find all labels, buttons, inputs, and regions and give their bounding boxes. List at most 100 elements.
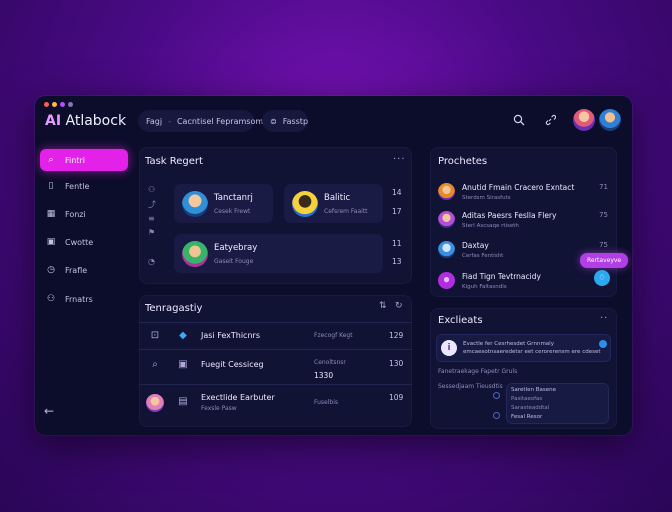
message-text: Evactle fer Cesrhesdet Grnnmaly emcaesot… [463, 341, 601, 355]
card-avatar [182, 191, 208, 217]
card-subtitle: Gaseit Fouge [214, 258, 254, 265]
bookmark-icon: ⊡ [150, 330, 160, 341]
sidebar-item-label: Fintri [65, 155, 85, 165]
item-subtitle: Sterl Ascsaqe rtiseth [462, 223, 519, 229]
profile-avatar[interactable] [599, 109, 621, 131]
status-dot-icon [493, 412, 500, 419]
task-card[interactable]: Eatyebray Gaseit Fouge [174, 234, 383, 273]
top-bar: AI Atlabock Fagj - Cacntisel Fepramsom ⊜… [35, 96, 632, 144]
item-avatar [438, 272, 455, 289]
activity-line: Sessedjaam Tieusdtis [438, 383, 503, 390]
task-panel: Task Regert ··· ⚇ ⤴ ≡ ⚑ ◔ Tanctanrj Cese… [139, 147, 412, 284]
task-panel-title: Task Regert [145, 156, 203, 167]
row-value: 130 [389, 359, 404, 368]
item-subtitle: Sterdsm Sirasfuts [462, 195, 511, 201]
sidebar-item-label: Fonzi [65, 209, 86, 219]
clock-icon: ◷ [47, 265, 55, 275]
sidebar-item-label: Fentle [65, 181, 90, 191]
brand-ai: AI [45, 113, 62, 129]
item-avatar [438, 183, 455, 200]
sidebar-item-3[interactable]: ▣ Cwotte [40, 231, 128, 253]
card-title: Balitic [324, 193, 351, 203]
list-icon: ≡ [148, 214, 155, 223]
share-icon[interactable]: ⇅ [379, 301, 388, 311]
item-title: Daxtay [462, 241, 489, 250]
item-count: 75 [599, 241, 608, 249]
link-icon[interactable] [543, 114, 557, 128]
detail-line: Fesal Resor [511, 414, 543, 420]
app-window: AI Atlabock Fagj - Cacntisel Fepramsom ⊜… [35, 96, 632, 435]
card-subtitle: Cesek Frewt [214, 208, 251, 215]
document-icon: ▯ [48, 181, 54, 191]
back-arrow-icon[interactable]: ← [44, 404, 54, 418]
detail-card[interactable]: Saretlen Basene Pasitaeofas Sarasteaddta… [506, 383, 609, 424]
row-value: 109 [389, 393, 404, 402]
breadcrumb[interactable]: Fagj - Cacntisel Fepramsom [138, 110, 263, 132]
app-brand[interactable]: AI Atlabock [45, 113, 126, 129]
breadcrumb-item: Fagj [146, 116, 163, 126]
breadcrumb-item: Cacntisel Fepramsom [176, 116, 264, 126]
row-subtitle: Fzecogf Kegt [314, 332, 353, 339]
sidebar-item-0[interactable]: ⌕ Fintri [40, 149, 128, 171]
brand-name: Atlabock [65, 113, 127, 129]
breadcrumb-separator: - [168, 116, 171, 126]
list-item[interactable]: Anutid Fmain Cracero Exntact Sterdsm Sir… [438, 181, 608, 207]
search-icon[interactable] [512, 114, 526, 128]
card-title: Eatyebray [214, 243, 258, 253]
top-tab-label: Fasstp [282, 116, 309, 126]
item-title: Anutid Fmain Cracero Exntact [462, 183, 575, 192]
flag-icon: ⚑ [148, 228, 156, 237]
activity-panel: Exclieats ·· i Evactle fer Cesrhesdet Gr… [430, 308, 617, 429]
sidebar-item-2[interactable]: ▦ Fonzi [40, 203, 128, 225]
list-item[interactable]: Aditas Paesrs Feslla Flery Sterl Ascsaqe… [438, 209, 608, 235]
more-icon[interactable]: ··· [393, 154, 406, 165]
item-count: 71 [599, 183, 608, 191]
search-icon: ⌕ [152, 359, 158, 370]
row-value: 129 [389, 331, 404, 340]
row-subtitle: Fuselbis [314, 399, 339, 406]
task-count: 17 [392, 207, 402, 216]
user-avatar[interactable] [573, 109, 595, 131]
search-icon: ⌕ [48, 155, 54, 165]
message-card[interactable]: i Evactle fer Cesrhesdet Grnnmaly emcaes… [436, 334, 611, 362]
row-subtitle: Fexsle Pasw [201, 405, 237, 412]
refresh-icon[interactable]: ↻ [395, 301, 404, 311]
image-icon: ▣ [178, 359, 188, 370]
sidebar-item-4[interactable]: ◷ Frafle [40, 259, 128, 281]
sidebar-item-1[interactable]: ▯ Fentle [40, 175, 128, 197]
item-avatar [438, 211, 455, 228]
image-icon: ▣ [46, 237, 56, 247]
divider [139, 349, 412, 350]
products-panel-title: Prochetes [438, 156, 488, 167]
task-card[interactable]: Balitic Cefsrem Faaitt [284, 184, 383, 223]
task-card[interactable]: Tanctanrj Cesek Frewt [174, 184, 273, 223]
info-icon: i [441, 340, 457, 356]
card-subtitle: Cefsrem Faaitt [324, 208, 368, 215]
top-tab[interactable]: ⊜ Fasstp [262, 110, 308, 132]
people-icon: ⚇ [46, 294, 56, 304]
notification-badge[interactable]: ♢ [594, 270, 610, 286]
card-avatar [292, 191, 318, 217]
more-icon[interactable]: ·· [600, 313, 608, 324]
list-item[interactable]: Fiad Tign Tevtrnacidy Kiguh Faltasndls [438, 270, 608, 296]
item-subtitle: Kiguh Faltasndls [462, 284, 507, 290]
divider [139, 384, 412, 385]
sidebar-item-5[interactable]: ⚇ Frnatrs [40, 288, 128, 310]
user-icon: ⚇ [148, 185, 156, 194]
share-icon: ⤴ [148, 200, 156, 209]
item-count: 75 [599, 211, 608, 219]
card-title: Tanctanrj [214, 193, 253, 203]
calendar-icon: ▤ [178, 396, 188, 407]
action-chip[interactable]: Rertaveyve [580, 253, 629, 268]
sidebar: ⌕ Fintri ▯ Fentle ▦ Fonzi ▣ Cwotte ◷ Fra… [35, 146, 135, 435]
divider [139, 322, 412, 323]
detail-line: Sarasteaddtal [511, 405, 550, 411]
card-avatar [182, 241, 208, 267]
grid-icon: ▦ [46, 209, 56, 219]
task-count: 14 [392, 188, 402, 197]
row-title: Jasi FexThicnrs [201, 331, 260, 340]
unread-dot-icon [599, 340, 607, 348]
task-count: 13 [392, 257, 402, 266]
timer-icon: ◔ [148, 257, 155, 266]
products-panel: Prochetes Anutid Fmain Cracero Exntact S… [430, 147, 617, 297]
